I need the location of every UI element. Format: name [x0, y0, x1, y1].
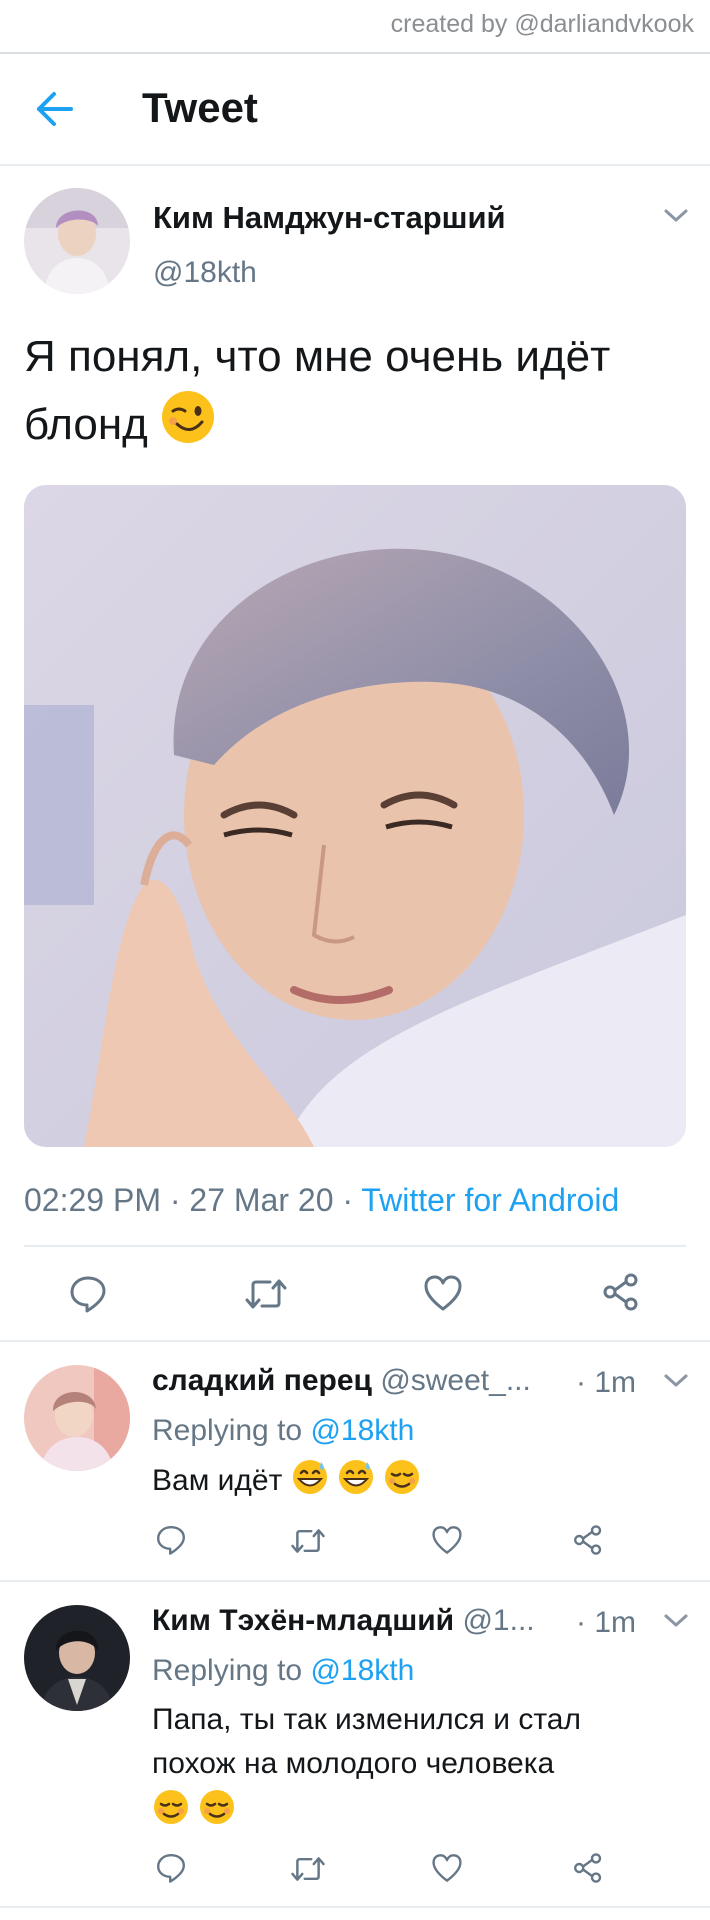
- replying-label: Replying to: [152, 1414, 303, 1447]
- tweet-text: Я понял, что мне очень идёт блонд: [24, 325, 664, 463]
- replying-label: Replying to: [152, 1654, 303, 1687]
- author-handle[interactable]: @18kth: [153, 256, 257, 290]
- reply-avatar[interactable]: [24, 1365, 130, 1471]
- replying-to: Replying to @18kth: [152, 1414, 414, 1448]
- reply-avatar[interactable]: [24, 1605, 130, 1711]
- author-avatar[interactable]: [24, 188, 130, 294]
- tweet-source-link[interactable]: Twitter for Android: [361, 1182, 619, 1218]
- replying-to: Replying to @18kth: [152, 1654, 414, 1688]
- reply-icon[interactable]: [68, 1274, 108, 1314]
- reply-text: Папа, ты так изменился и стал похож на м…: [152, 1698, 581, 1839]
- back-arrow-icon[interactable]: [34, 90, 76, 128]
- tweet-text-content: Я понял, что мне очень идёт блонд: [24, 332, 611, 449]
- like-icon[interactable]: [423, 1274, 463, 1312]
- relieved-emoji: [152, 1788, 190, 1839]
- reply-divider: [0, 1906, 710, 1908]
- replying-to-link[interactable]: @18kth: [310, 1654, 414, 1687]
- like-icon[interactable]: [431, 1525, 463, 1555]
- reply-author-name: Ким Тэхён-младший: [152, 1604, 455, 1637]
- reply-icon[interactable]: [155, 1852, 187, 1884]
- reply-emoji-row: [152, 1788, 581, 1839]
- reply-author-handle: @sweet_...: [380, 1364, 531, 1397]
- meta-separator: ·: [342, 1182, 354, 1218]
- actions-divider: [0, 1340, 710, 1342]
- meta-divider: [24, 1245, 686, 1247]
- reply-author-name: сладкий перец: [152, 1364, 372, 1397]
- tweet-meta: 02:29 PM · 27 Mar 20 · Twitter for Andro…: [24, 1182, 619, 1219]
- like-icon[interactable]: [431, 1853, 463, 1883]
- tweet-date: 27 Mar 20: [189, 1182, 334, 1218]
- tweet-time: 02:29 PM: [24, 1182, 161, 1218]
- app-header: Tweet: [0, 54, 710, 164]
- reply-author[interactable]: Ким Тэхён-младший @1...: [152, 1604, 535, 1638]
- chevron-down-icon[interactable]: [663, 1612, 689, 1630]
- relieved-emoji: [198, 1788, 236, 1839]
- meta-separator: ·: [169, 1182, 181, 1218]
- grinning-sweat-emoji: [291, 1458, 329, 1509]
- replying-to-link[interactable]: @18kth: [310, 1414, 414, 1447]
- share-icon[interactable]: [572, 1852, 604, 1884]
- chevron-down-icon[interactable]: [663, 1372, 689, 1390]
- relieved-emoji: [383, 1458, 421, 1509]
- reply-author[interactable]: сладкий перец @sweet_...: [152, 1364, 531, 1398]
- reply-time: · 1m: [576, 1366, 636, 1399]
- reply-author-handle: @1...: [462, 1604, 535, 1637]
- reply-icon[interactable]: [155, 1524, 187, 1556]
- share-icon[interactable]: [601, 1272, 641, 1312]
- chevron-down-icon[interactable]: [663, 207, 689, 225]
- reply-text: Вам идёт: [152, 1458, 421, 1509]
- retweet-icon[interactable]: [244, 1276, 288, 1312]
- grinning-sweat-emoji: [337, 1458, 375, 1509]
- reply-divider: [0, 1580, 710, 1582]
- tweet-image[interactable]: [24, 485, 686, 1147]
- retweet-icon[interactable]: [290, 1854, 326, 1884]
- reply-text-line: Папа, ты так изменился и стал: [152, 1703, 581, 1736]
- retweet-icon[interactable]: [290, 1526, 326, 1556]
- reply-time: · 1m: [576, 1606, 636, 1639]
- reply-text-line: похож на молодого человека: [152, 1747, 555, 1780]
- reply-text-content: Вам идёт: [152, 1464, 283, 1497]
- header-divider: [0, 164, 710, 166]
- page-title: Tweet: [142, 84, 258, 131]
- wink-emoji: [160, 389, 216, 463]
- author-name[interactable]: Ким Намджун-старший: [153, 200, 506, 236]
- share-icon[interactable]: [572, 1524, 604, 1556]
- watermark: created by @darliandvkook: [390, 10, 694, 38]
